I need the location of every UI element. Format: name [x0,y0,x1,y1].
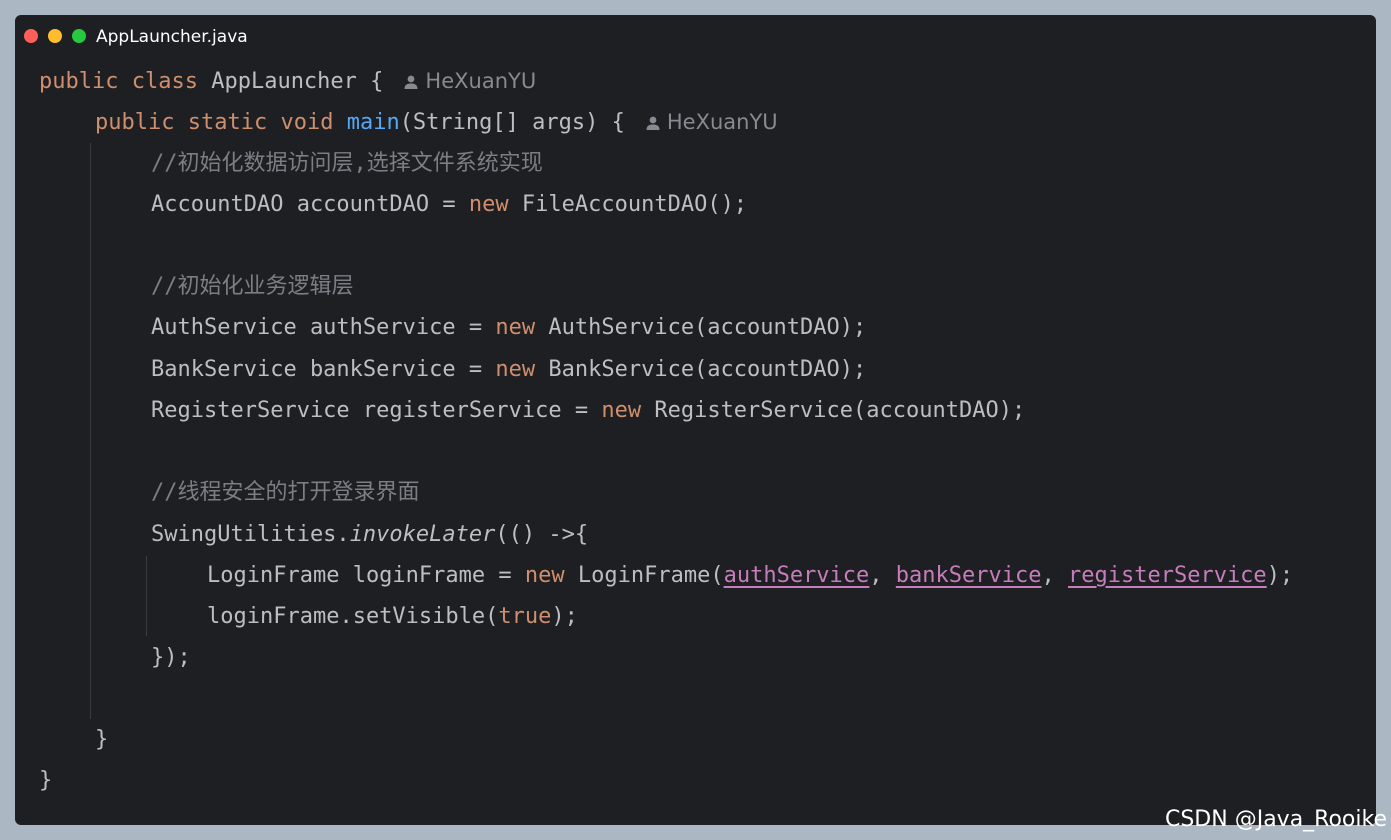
code-editor[interactable]: public class AppLauncher { HeXuanYU publi… [15,15,1376,825]
keyword: new [468,192,509,217]
code-text: RegisterService registerService = [151,398,602,423]
author-hint[interactable]: HeXuanYU [403,69,536,93]
code-window: AppLauncher.java public class AppLaunche… [15,15,1376,825]
code-text: LoginFrame loginFrame = [207,563,525,588]
comment-line: //线程安全的打开登录界面 [151,480,420,505]
code-line-4: AccountDAO accountDAO = new FileAccountD… [151,184,747,225]
person-icon [404,75,418,89]
code-text: , [869,563,896,588]
parameter-usage[interactable]: authService [724,563,870,588]
watermark: CSDN @Java_Rooike [1164,807,1387,832]
comment-line: //初始化业务逻辑层 [151,274,354,299]
keyword: public [95,110,175,135]
code-text: AccountDAO accountDAO = [151,192,469,217]
keyword: new [495,357,536,382]
keyword: new [495,315,536,340]
person-icon [646,116,660,130]
keyword: class [131,69,198,94]
code-text: LoginFrame( [564,563,724,588]
code-text: , [1041,563,1068,588]
comment-line: //初始化数据访问层,选择文件系统实现 [151,151,543,176]
author-name: HeXuanYU [425,69,537,93]
code-line-1: public class AppLauncher { HeXuanYU [39,61,536,102]
keyword: new [524,563,565,588]
code-text: ); [551,604,578,629]
code-line-18: } [39,768,53,793]
keyword: void [280,110,334,135]
code-line-17: } [95,727,109,752]
code-text: (() ->{ [495,522,589,547]
code-line-12: SwingUtilities.invokeLater(() ->{ [151,514,588,555]
code-line-9: RegisterService registerService = new Re… [151,390,1025,431]
code-line-15: }); [151,645,191,670]
method-name: main [346,110,400,135]
author-hint[interactable]: HeXuanYU [645,110,778,134]
code-line-8: BankService bankService = new BankServic… [151,349,866,390]
code-line-14: loginFrame.setVisible(true); [207,596,578,637]
code-text: ); [1266,563,1294,588]
code-text: BankService bankService = [151,357,496,382]
keyword: true [498,604,552,629]
class-name: AppLauncher [211,69,357,94]
code-text: (String[] args) { [399,110,625,135]
code-line-13: LoginFrame loginFrame = new LoginFrame(a… [207,555,1293,596]
keyword: new [601,398,642,423]
parameter-usage[interactable]: bankService [896,563,1042,588]
code-text: SwingUtilities. [151,522,350,547]
code-text: AuthService authService = [151,315,496,340]
code-line-2: public static void main(String[] args) {… [95,102,778,143]
code-text: BankService(accountDAO); [535,357,867,382]
keyword: static [187,110,268,135]
code-text: RegisterService(accountDAO); [641,398,1026,423]
parameter-usage[interactable]: registerService [1068,563,1267,588]
keyword: public [39,69,119,94]
indent-guide [90,143,91,719]
author-name: HeXuanYU [666,110,778,134]
code-text: FileAccountDAO(); [508,192,748,217]
method-call: invokeLater [349,522,496,547]
indent-guide [146,556,147,636]
code-line-7: AuthService authService = new AuthServic… [151,307,866,348]
code-text: AuthService(accountDAO); [535,315,867,340]
code-text: loginFrame.setVisible( [207,604,499,629]
brace: { [370,69,384,94]
